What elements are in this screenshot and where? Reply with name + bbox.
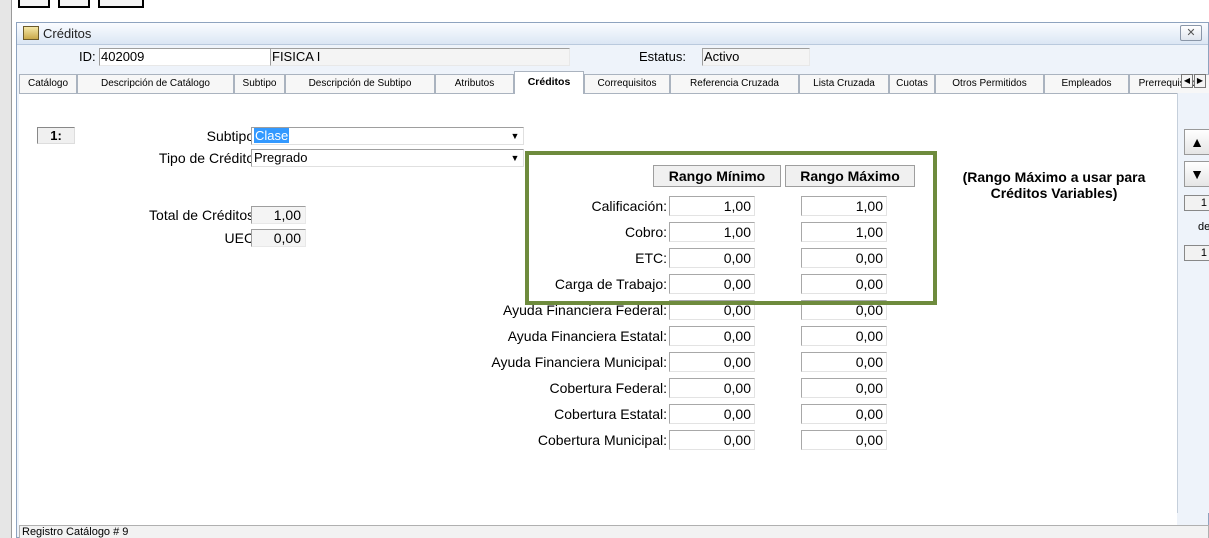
close-button[interactable]: ✕ [1180, 25, 1202, 41]
of-label: de [1198, 221, 1209, 233]
tab-cuotas[interactable]: Cuotas [889, 74, 935, 93]
chevron-down-icon[interactable]: ▼ [508, 129, 522, 143]
tab-referencia-cruzada[interactable]: Referencia Cruzada [670, 74, 799, 93]
tab-creditos[interactable]: Créditos [514, 71, 584, 94]
status-bar: Registro Catálogo # 9 [19, 525, 1209, 538]
min-field[interactable]: 0,00 [669, 248, 755, 268]
range-label: Ayuda Financiera Municipal: [491, 354, 667, 370]
tab-atributos[interactable]: Atributos [435, 74, 514, 93]
min-field[interactable]: 0,00 [669, 352, 755, 372]
tipo-credito-select[interactable]: Pregrado ▼ [251, 149, 524, 167]
max-field[interactable]: 0,00 [801, 300, 887, 320]
title-bar: Créditos ✕ [17, 23, 1208, 45]
total-creditos-label: Total de Créditos: [149, 207, 258, 223]
max-field[interactable]: 0,00 [801, 352, 887, 372]
max-field[interactable]: 0,00 [801, 248, 887, 268]
min-field[interactable]: 1,00 [669, 222, 755, 242]
max-field[interactable]: 0,00 [801, 430, 887, 450]
rango-maximo-header: Rango Máximo [785, 165, 915, 187]
min-field[interactable]: 0,00 [669, 274, 755, 294]
tab-otros-permitidos[interactable]: Otros Permitidos [935, 74, 1044, 93]
range-label: Calificación: [591, 198, 667, 214]
range-label: Cobertura Federal: [549, 380, 667, 396]
tab-lista-cruzada[interactable]: Lista Cruzada [799, 74, 889, 93]
id-field[interactable]: 402009 [99, 48, 272, 66]
max-field[interactable]: 0,00 [801, 274, 887, 294]
tipo-credito-value: Pregrado [254, 150, 308, 165]
record-down-icon[interactable]: ▼ [1184, 161, 1209, 187]
min-field[interactable]: 0,00 [669, 378, 755, 398]
total-creditos-field: 1,00 [251, 206, 306, 224]
toolbar-button[interactable] [98, 0, 144, 8]
subtipo-value: Clase [254, 128, 290, 143]
id-label: ID: [79, 49, 96, 64]
record-navigator: ▲ ▼ 1 de 1 [1177, 93, 1209, 513]
tab-subtipo[interactable]: Subtipo [234, 74, 285, 93]
range-label: ETC: [635, 250, 667, 266]
status-field: Activo [702, 48, 810, 66]
status-label: Estatus: [639, 49, 686, 64]
min-field[interactable]: 0,00 [669, 300, 755, 320]
total-records-field: 1 [1184, 245, 1209, 261]
min-field[interactable]: 0,00 [669, 326, 755, 346]
top-toolbar [12, 0, 1209, 22]
tab-empleados[interactable]: Empleados [1044, 74, 1129, 93]
max-field[interactable]: 0,00 [801, 378, 887, 398]
tab-correquisitos[interactable]: Correquisitos [584, 74, 670, 93]
tab-descripcion-catalogo[interactable]: Descripción de Catálogo [77, 74, 234, 93]
max-field[interactable]: 0,00 [801, 326, 887, 346]
max-field[interactable]: 1,00 [801, 196, 887, 216]
max-field[interactable]: 0,00 [801, 404, 887, 424]
subtipo-select[interactable]: Clase ▼ [251, 127, 524, 145]
record-number: 1: [37, 127, 75, 144]
record-up-icon[interactable]: ▲ [1184, 129, 1209, 155]
catalog-icon [23, 26, 39, 40]
uec-field: 0,00 [251, 229, 306, 247]
tab-descripcion-subtipo[interactable]: Descripción de Subtipo [285, 74, 435, 93]
tab-scroll-right-icon[interactable]: ▶ [1194, 74, 1206, 88]
tipo-credito-label: Tipo de Crédito: [158, 150, 258, 166]
min-field[interactable]: 0,00 [669, 404, 755, 424]
min-field[interactable]: 1,00 [669, 196, 755, 216]
header-row: ID: 402009 FISICA I Estatus: Activo [17, 45, 1208, 71]
current-record-field: 1 [1184, 195, 1209, 211]
window-title: Créditos [43, 26, 92, 41]
tab-catalogo[interactable]: Catálogo [19, 74, 77, 93]
creditos-panel: 1: Subtipo: Clase ▼ Tipo de Crédito: Pre… [19, 93, 1177, 525]
max-field[interactable]: 1,00 [801, 222, 887, 242]
outer-frame-strip [0, 0, 12, 538]
min-field[interactable]: 0,00 [669, 430, 755, 450]
tab-scroll-left-icon[interactable]: ◀ [1181, 74, 1193, 88]
toolbar-button[interactable] [58, 0, 90, 8]
range-label: Cobertura Estatal: [554, 406, 667, 422]
range-label: Carga de Trabajo: [554, 276, 667, 292]
range-label: Cobertura Municipal: [537, 432, 667, 448]
chevron-down-icon[interactable]: ▼ [508, 151, 522, 165]
range-label: Cobro: [624, 224, 667, 240]
range-label: Ayuda Financiera Federal: [503, 302, 667, 318]
toolbar-button[interactable] [18, 0, 50, 8]
tab-bar: Catálogo Descripción de Catálogo Subtipo… [17, 71, 1209, 94]
rango-maximo-note: (Rango Máximo a usar para Créditos Varia… [962, 169, 1146, 201]
range-label: Ayuda Financiera Estatal: [507, 328, 667, 344]
rango-minimo-header: Rango Mínimo [653, 165, 781, 187]
creditos-window: Créditos ✕ ID: 402009 FISICA I Estatus: … [16, 22, 1209, 538]
course-name-field: FISICA I [270, 48, 570, 66]
